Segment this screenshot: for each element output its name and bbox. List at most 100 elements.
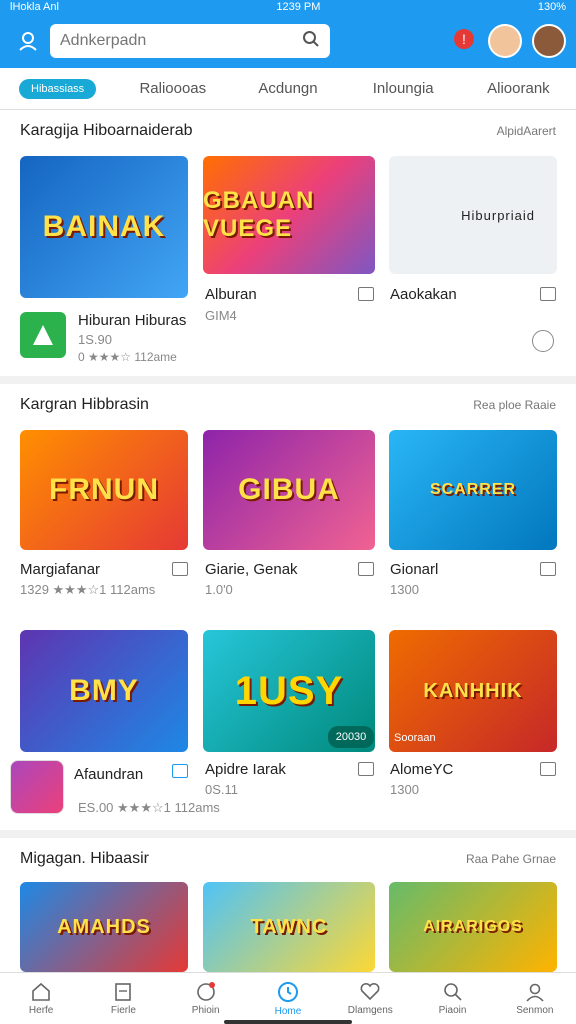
- game-thumbnail[interactable]: Hiburpriaid: [389, 156, 557, 274]
- nav-item-phioin[interactable]: Phioin: [165, 973, 247, 1024]
- game-thumbnail[interactable]: FRNUN: [20, 430, 188, 550]
- status-bar: lHokla Anl 1239 PM 130%: [0, 0, 576, 14]
- files-icon: [115, 983, 132, 1001]
- nav-label: Piaoin: [438, 1005, 467, 1016]
- game-title[interactable]: Apidre Iarak: [205, 761, 286, 778]
- nav-item-herfe[interactable]: Herfe: [0, 973, 82, 1024]
- section-3: BMY 1USY 20030 KANHHIK Sooraan Afaundran…: [0, 614, 576, 838]
- svg-text:!: !: [462, 31, 466, 47]
- game-art-title: Hiburpriaid: [461, 207, 535, 223]
- app-title[interactable]: Hiburan Hiburas: [78, 312, 186, 329]
- account-icon[interactable]: [10, 23, 46, 59]
- game-thumbnail[interactable]: BMY: [20, 630, 188, 752]
- nav-label: Senmon: [516, 1005, 554, 1016]
- more-options-icon[interactable]: [532, 330, 554, 352]
- game-subtitle: 1300: [390, 582, 419, 597]
- app-rating: 0 ★★★☆ 112ame: [78, 350, 177, 364]
- game-thumbnail[interactable]: BAINAK: [20, 156, 188, 298]
- section-1: Karagija Hiboarnaiderab AlpidAarert BAIN…: [0, 110, 576, 384]
- nav-item-piaoin[interactable]: Piaoin: [411, 973, 493, 1024]
- save-icon[interactable]: [172, 562, 188, 576]
- game-subtitle: 1300: [390, 782, 419, 797]
- nav-item-home[interactable]: Home: [247, 973, 329, 1024]
- game-thumbnail[interactable]: SCARRER: [389, 430, 557, 550]
- game-title[interactable]: Margiafanar: [20, 561, 100, 578]
- nav-item-senmon[interactable]: Senmon: [494, 973, 576, 1024]
- game-title[interactable]: Gionarl: [390, 561, 438, 578]
- app-subtitle: 1S.90: [78, 332, 112, 347]
- search-icon[interactable]: [302, 30, 320, 53]
- game-subtitle: 0S.11: [205, 782, 239, 797]
- game-thumbnail[interactable]: GIBUA: [203, 430, 375, 550]
- section-title: Migagan. Hibaasir: [20, 850, 149, 867]
- tab-2[interactable]: Acdungn: [230, 80, 345, 97]
- tab-4[interactable]: Alioorank: [461, 80, 576, 97]
- nav-label: Home: [274, 1006, 302, 1017]
- save-icon[interactable]: [540, 762, 556, 776]
- section-2: Kargran Hibbrasin Rea ploe Raaie FRNUN G…: [0, 384, 576, 614]
- save-icon[interactable]: [540, 562, 556, 576]
- nav-label: Phioin: [191, 1005, 220, 1016]
- profile-avatar[interactable]: [532, 24, 566, 58]
- nav-item-dlamgens[interactable]: Dlamgens: [329, 973, 411, 1024]
- game-title[interactable]: Aaokakan: [390, 286, 457, 303]
- home-icon: [32, 982, 50, 1001]
- game-thumbnail[interactable]: AMAHDS: [20, 882, 188, 972]
- badge: 20030: [328, 726, 374, 748]
- notification-icon[interactable]: !: [450, 25, 478, 58]
- profile-icon: [526, 983, 544, 1002]
- top-bar: !: [0, 14, 576, 68]
- save-icon[interactable]: [172, 764, 188, 778]
- section-title: Kargran Hibbrasin: [20, 396, 149, 413]
- tab-3[interactable]: Inloungia: [346, 80, 461, 97]
- save-icon[interactable]: [358, 287, 374, 301]
- game-art-title: BAINAK: [42, 210, 166, 243]
- clock-icon: [277, 982, 298, 1002]
- nav-label: Herfe: [28, 1005, 54, 1016]
- section-more-link[interactable]: Rea ploe Raaie: [473, 398, 556, 412]
- game-art-title: GBAUAN VUEGE: [203, 187, 315, 242]
- game-title[interactable]: Alburan: [205, 286, 257, 303]
- game-thumbnail[interactable]: TAWNC: [203, 882, 375, 972]
- app-icon[interactable]: [10, 760, 64, 814]
- game-title[interactable]: Giarie, Genak: [205, 561, 298, 578]
- heart-icon: [360, 982, 380, 1001]
- save-icon[interactable]: [358, 562, 374, 576]
- nav-label: Fierle: [110, 1005, 136, 1016]
- search-bar[interactable]: [50, 24, 330, 58]
- game-subtitle: 1329 ★★★☆1 112ams: [20, 582, 156, 597]
- game-thumbnail[interactable]: AIRARIGOS: [389, 882, 557, 972]
- app-icon[interactable]: [20, 312, 66, 358]
- bottom-nav: Herfe Fierle Phioin Home Dlamgens Piaoin…: [0, 972, 576, 1024]
- nav-label: Dlamgens: [347, 1005, 393, 1016]
- search-input[interactable]: [60, 32, 280, 50]
- category-tabs: Hibassiass Ralioooas Acdungn Inloungia A…: [0, 68, 576, 110]
- top-right-actions: !: [450, 24, 566, 58]
- game-title[interactable]: Afaundran: [74, 766, 143, 783]
- avatar[interactable]: [488, 24, 522, 58]
- time-label: 1239 PM: [276, 1, 321, 13]
- game-subtitle: ES.00 ★★★☆1 112ams: [78, 800, 220, 815]
- section-4: Migagan. Hibaasir Raa Pahe Grnae AMAHDS …: [0, 838, 576, 972]
- search-icon: [443, 983, 462, 1001]
- tab-1[interactable]: Ralioooas: [115, 80, 230, 97]
- game-title[interactable]: AlomeYC: [390, 761, 453, 778]
- status-right: 130%: [538, 1, 566, 13]
- game-thumbnail[interactable]: GBAUAN VUEGE: [203, 156, 375, 274]
- game-art-title: AIRARIGOS: [423, 918, 523, 935]
- save-icon[interactable]: [358, 762, 374, 776]
- save-icon[interactable]: [540, 287, 556, 301]
- tab-label: Hibassiass: [19, 78, 97, 99]
- nav-item-fierle[interactable]: Fierle: [82, 973, 164, 1024]
- game-art-title: AMAHDS: [57, 915, 151, 938]
- game-art-title: GIBUA: [238, 473, 340, 506]
- section-more-link[interactable]: AlpidAarert: [497, 124, 556, 138]
- battery-label: 130%: [537, 1, 566, 13]
- carrier-label: lHokla Anl: [10, 1, 59, 13]
- section-more-link[interactable]: Raa Pahe Grnae: [466, 852, 556, 866]
- home-indicator: [224, 1020, 352, 1024]
- game-art-title: SCARRER: [429, 481, 517, 498]
- game-art-title: FRNUN: [49, 473, 159, 506]
- game-art-title: BMY: [69, 674, 139, 707]
- tab-0[interactable]: Hibassiass: [0, 78, 115, 99]
